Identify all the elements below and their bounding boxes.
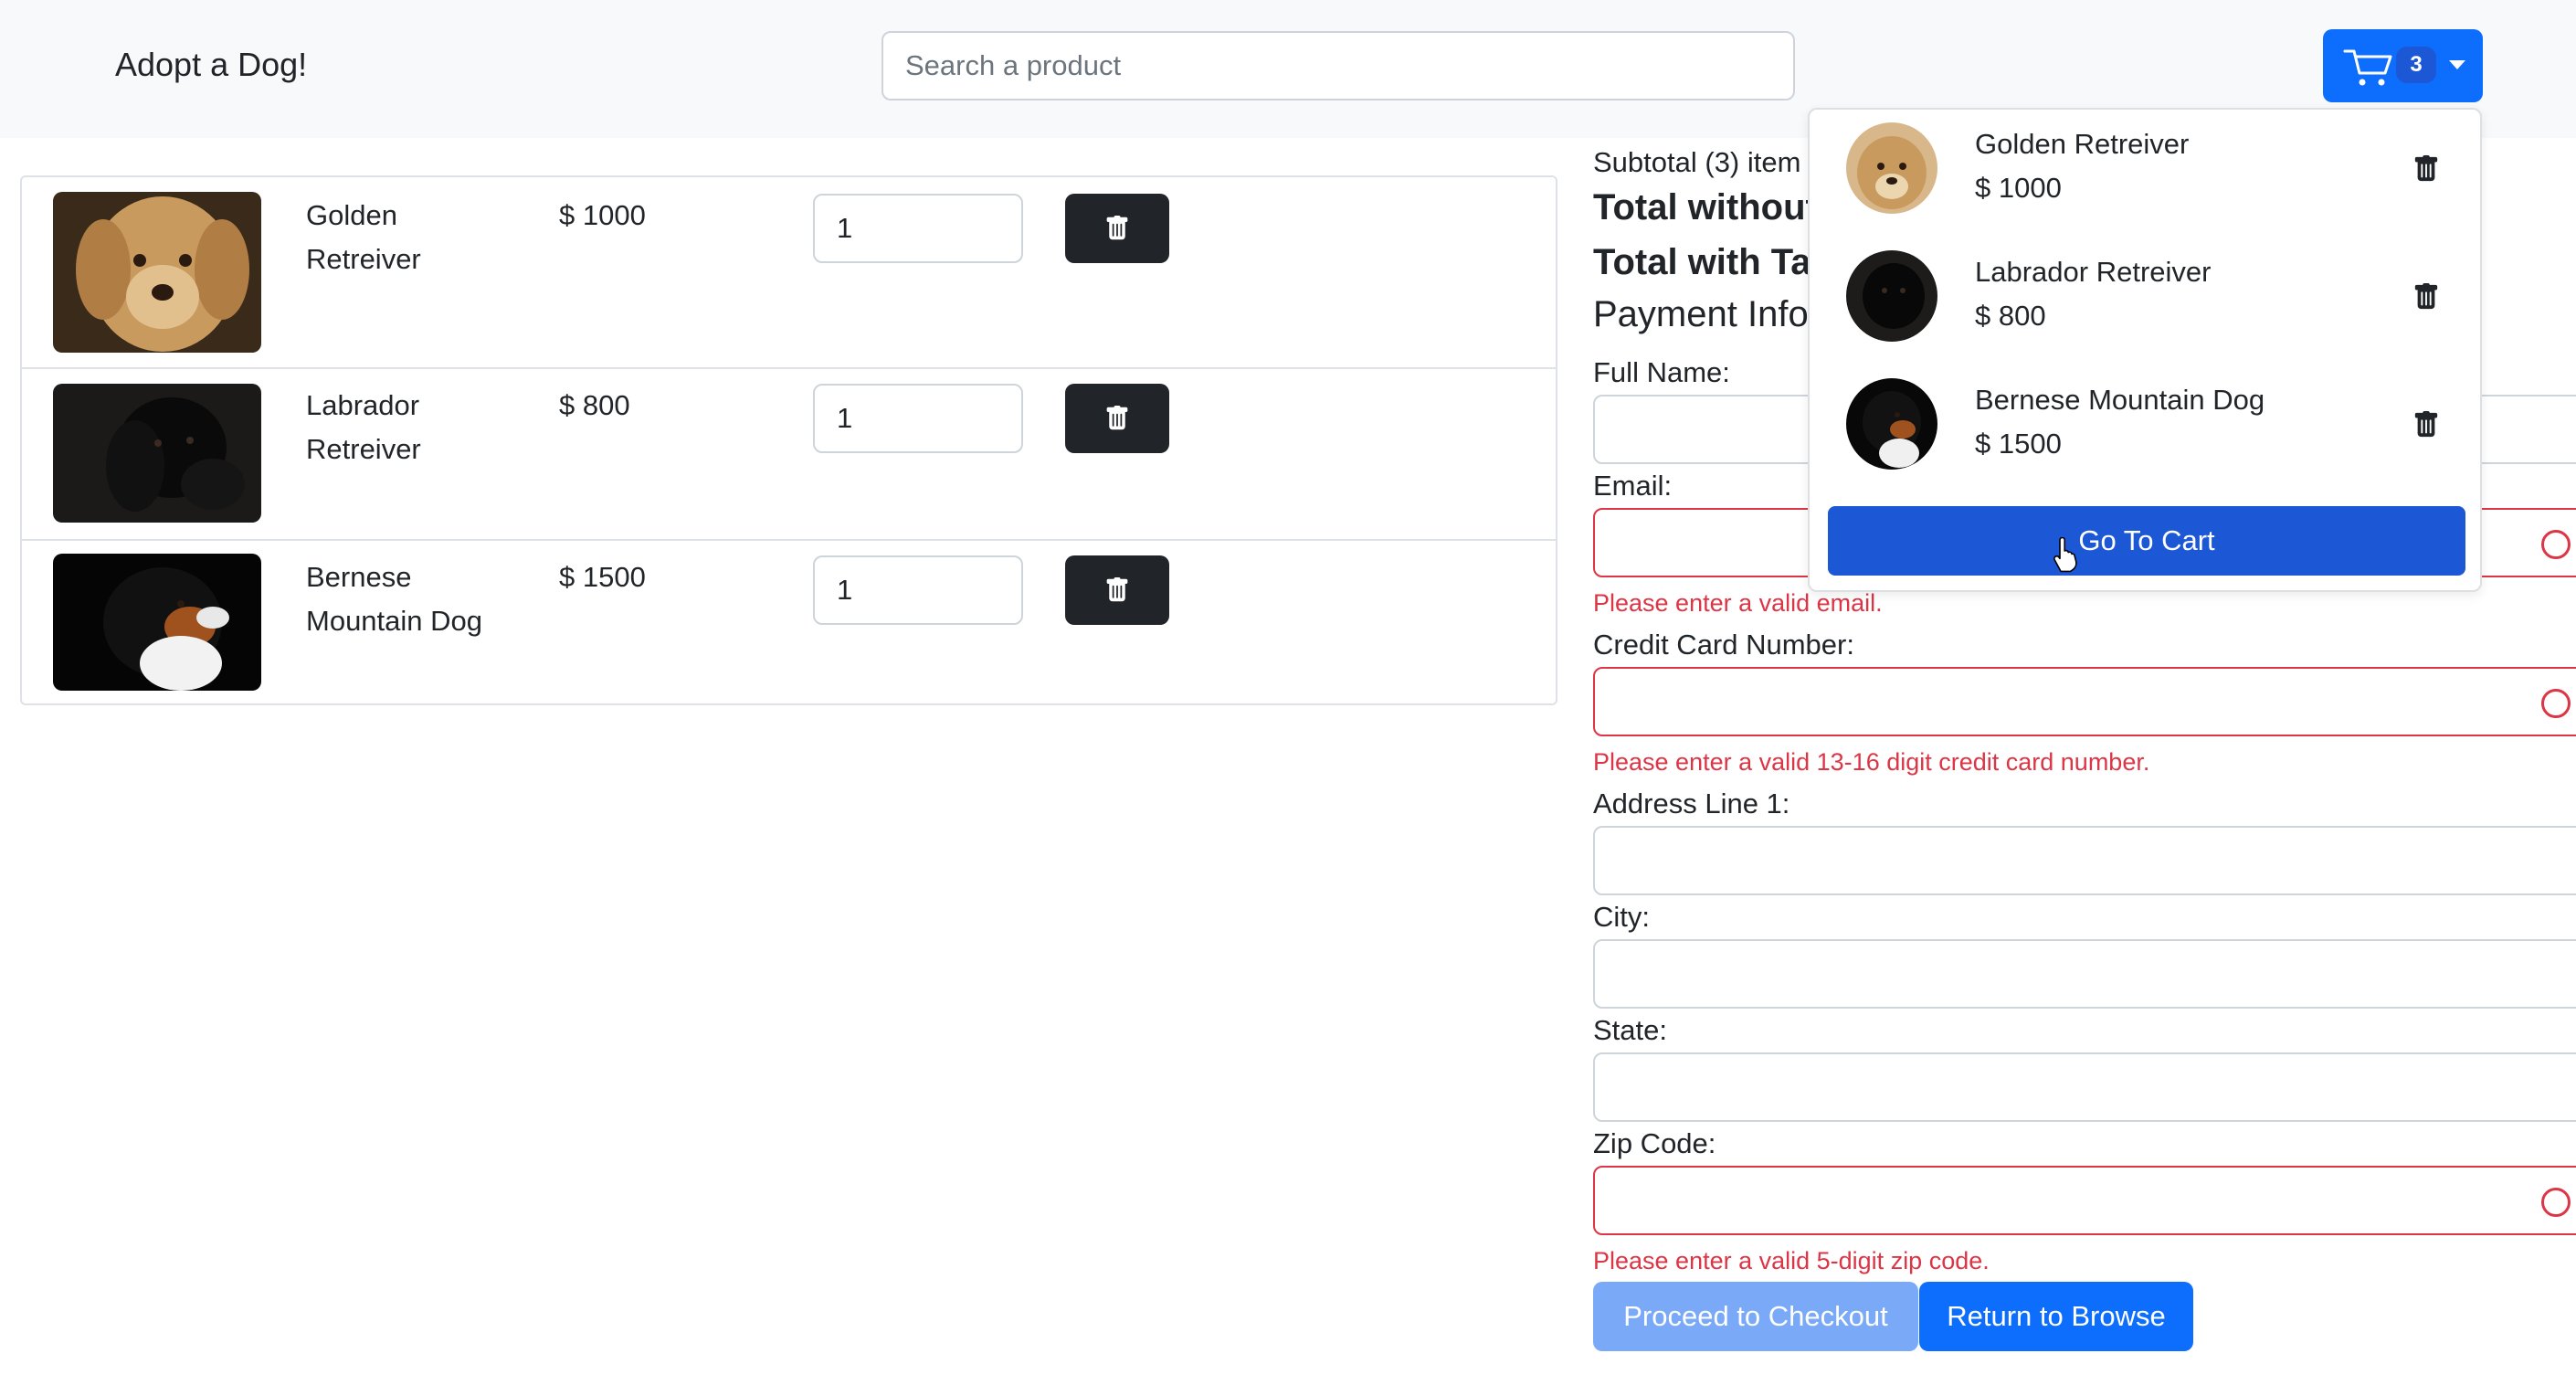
city-label: City: (1593, 901, 1650, 933)
state-label: State: (1593, 1014, 1667, 1046)
go-to-cart-button[interactable]: Go To Cart (1828, 506, 2465, 576)
subtotal-text: Subtotal (3) item (1593, 146, 1801, 178)
dropdown-item-price: $ 800 (1975, 300, 2046, 332)
dropdown-item-name: Golden Retreiver (1975, 128, 2190, 160)
state-field[interactable] (1593, 1052, 2576, 1122)
return-to-browse-button[interactable]: Return to Browse (1919, 1282, 2193, 1351)
zip-code-error: Please enter a valid 5-digit zip code. (1593, 1247, 1990, 1274)
email-label: Email: (1593, 470, 1673, 502)
cart-dropdown-button[interactable]: 3 (2323, 29, 2483, 102)
email-error: Please enter a valid email. (1593, 589, 1883, 617)
trash-icon (1104, 405, 1130, 432)
remove-item-button[interactable] (1065, 555, 1169, 625)
black-labrador-photo (53, 384, 261, 523)
city-field[interactable] (1593, 939, 2576, 1009)
cart-table: Golden Retreiver $ 1000 Labrador Retreiv… (20, 175, 1557, 705)
item-price: $ 1000 (559, 199, 646, 231)
table-row: Labrador Retreiver $ 800 (22, 367, 1556, 539)
dropdown-item-price: $ 1500 (1975, 428, 2062, 460)
credit-card-field[interactable] (1593, 667, 2576, 736)
credit-card-label: Credit Card Number: (1593, 629, 1854, 661)
proceed-to-checkout-button[interactable]: Proceed to Checkout (1593, 1282, 1918, 1351)
error-icon (2541, 689, 2571, 718)
address-label: Address Line 1: (1593, 788, 1790, 819)
trash-icon (1104, 215, 1130, 242)
labrador-avatar (1846, 250, 1937, 342)
cart-count-badge: 3 (2396, 47, 2436, 83)
dropdown-item-price: $ 1000 (1975, 172, 2062, 204)
trash-icon[interactable] (2412, 281, 2440, 312)
payment-info-title: Payment Info (1593, 294, 1809, 334)
trash-icon (1104, 576, 1130, 604)
table-row: Bernese Mountain Dog $ 1500 (22, 539, 1556, 705)
total-without-tax: Total without (1593, 187, 1818, 227)
dropdown-cart-item: Labrador Retreiver $ 800 (1810, 238, 2480, 365)
bernese-mountain-dog-photo (53, 554, 261, 691)
zip-code-label: Zip Code: (1593, 1127, 1716, 1159)
golden-retriever-avatar (1846, 122, 1937, 214)
trash-icon[interactable] (2412, 409, 2440, 440)
quantity-input[interactable] (813, 384, 1023, 453)
table-row: Golden Retreiver $ 1000 (22, 177, 1556, 367)
remove-item-button[interactable] (1065, 384, 1169, 453)
address-field[interactable] (1593, 826, 2576, 895)
cart-icon (2343, 49, 2392, 86)
item-price: $ 1500 (559, 561, 646, 593)
golden-retriever-photo (53, 192, 261, 353)
bernese-avatar (1846, 378, 1937, 470)
brand-title[interactable]: Adopt a Dog! (115, 46, 307, 84)
zip-code-field[interactable] (1593, 1166, 2576, 1235)
quantity-input[interactable] (813, 555, 1023, 625)
item-name: Bernese Mountain Dog (306, 561, 483, 637)
error-icon (2541, 530, 2571, 559)
error-icon (2541, 1188, 2571, 1217)
credit-card-error: Please enter a valid 13-16 digit credit … (1593, 748, 2150, 776)
full-name-label: Full Name: (1593, 356, 1730, 388)
item-name: Labrador Retreiver (306, 389, 421, 465)
total-with-tax: Total with Ta (1593, 242, 1811, 282)
dropdown-cart-item: Golden Retreiver $ 1000 (1810, 110, 2480, 238)
item-name: Golden Retreiver (306, 199, 421, 275)
dropdown-cart-item: Bernese Mountain Dog $ 1500 (1810, 365, 2480, 493)
hand-pointer-icon (2053, 537, 2077, 573)
remove-item-button[interactable] (1065, 194, 1169, 263)
search-input[interactable] (882, 31, 1795, 100)
cart-dropdown-menu: Golden Retreiver $ 1000 Labrador Retreiv… (1808, 108, 2482, 592)
trash-icon[interactable] (2412, 153, 2440, 185)
quantity-input[interactable] (813, 194, 1023, 263)
chevron-down-icon (2449, 60, 2465, 69)
dropdown-item-name: Labrador Retreiver (1975, 256, 2212, 288)
item-price: $ 800 (559, 389, 630, 421)
dropdown-item-name: Bernese Mountain Dog (1975, 384, 2265, 416)
